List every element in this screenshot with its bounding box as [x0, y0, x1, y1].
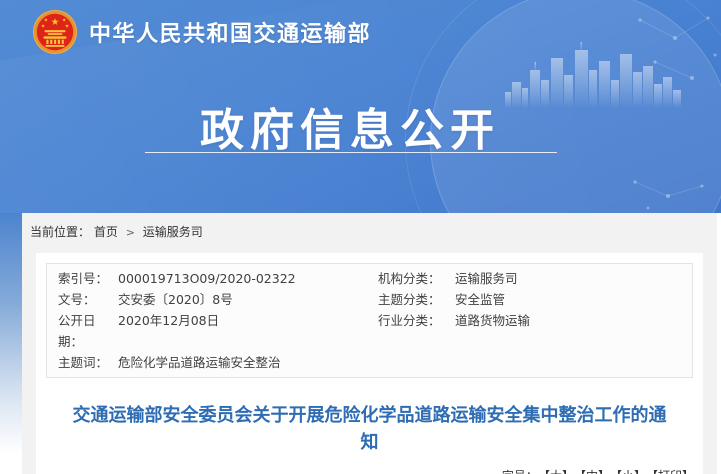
- svg-text:★: ★: [51, 17, 60, 28]
- banner-page-title: 政府信息公开: [0, 94, 700, 158]
- meta-value: 安全监管: [455, 289, 692, 310]
- meta-value: 道路货物运输: [455, 310, 692, 352]
- document-meta-table: 索引号： 000019713O09/2020-02322 机构分类： 运输服务司…: [46, 263, 693, 378]
- meta-value: 交安委〔2020〕8号: [118, 289, 378, 310]
- gov-brand: ★ ★ ★ ★ ★ 中华人民共和国交通运输部: [32, 8, 371, 56]
- meta-label: [378, 352, 455, 373]
- meta-label: 文号：: [58, 289, 118, 310]
- meta-value: 2020年12月08日: [118, 310, 378, 352]
- table-row: 文号： 交安委〔2020〕8号 主题分类： 安全监管: [47, 289, 692, 310]
- font-large-button[interactable]: 【大】: [544, 469, 574, 474]
- article-title: 交通运输部安全委员会关于开展危险化学品道路运输安全集中整治工作的通知: [36, 402, 703, 456]
- ministry-name[interactable]: 中华人民共和国交通运输部: [89, 16, 371, 48]
- font-medium-button[interactable]: 【中】: [580, 469, 610, 474]
- meta-value: 危险化学品道路运输安全整治: [118, 352, 378, 373]
- meta-value: 000019713O09/2020-02322: [118, 268, 378, 289]
- national-emblem-icon: ★ ★ ★ ★ ★: [32, 8, 78, 56]
- meta-label: 索引号：: [58, 268, 118, 289]
- font-size-controls: 字号： 【大】 【中】 【小】 【打印】: [36, 468, 703, 474]
- breadcrumb-separator: >: [126, 226, 135, 239]
- content-area: 当前位置： 首页 > 运输服务司 索引号： 000019713O09/2020-…: [22, 213, 717, 474]
- svg-text:★: ★: [44, 17, 48, 23]
- meta-value: 运输服务司: [455, 268, 692, 289]
- breadcrumb-section-link[interactable]: 运输服务司: [143, 225, 203, 239]
- left-gradient-strip: [0, 213, 22, 474]
- page-lower: 当前位置： 首页 > 运输服务司 索引号： 000019713O09/2020-…: [0, 213, 721, 474]
- meta-label: 主题词：: [58, 352, 118, 373]
- banner-title-underline: [145, 152, 557, 153]
- meta-label: 公开日期：: [58, 310, 118, 352]
- breadcrumb-label: 当前位置：: [30, 225, 90, 239]
- svg-text:★: ★: [62, 17, 66, 23]
- breadcrumb: 当前位置： 首页 > 运输服务司: [22, 213, 717, 240]
- banner: ★ ★ ★ ★ ★ 中华人民共和国交通运输部 政府信息公开: [0, 0, 721, 213]
- table-row: 索引号： 000019713O09/2020-02322 机构分类： 运输服务司: [47, 268, 692, 289]
- svg-text:★: ★: [65, 24, 69, 30]
- page: ★ ★ ★ ★ ★ 中华人民共和国交通运输部 政府信息公开: [0, 0, 721, 474]
- meta-label: 机构分类：: [378, 268, 455, 289]
- table-row: 主题词： 危险化学品道路运输安全整治: [47, 352, 692, 373]
- font-small-button[interactable]: 【小】: [616, 469, 646, 474]
- print-button[interactable]: 【打印】: [652, 469, 694, 474]
- table-row: 公开日期： 2020年12月08日 行业分类： 道路货物运输: [47, 310, 692, 352]
- meta-value: [455, 352, 692, 373]
- document-card: 索引号： 000019713O09/2020-02322 机构分类： 运输服务司…: [36, 253, 703, 474]
- svg-text:★: ★: [41, 24, 45, 30]
- font-size-label: 字号：: [502, 469, 538, 474]
- meta-label: 主题分类：: [378, 289, 455, 310]
- meta-label: 行业分类：: [378, 310, 455, 352]
- breadcrumb-home-link[interactable]: 首页: [94, 225, 118, 239]
